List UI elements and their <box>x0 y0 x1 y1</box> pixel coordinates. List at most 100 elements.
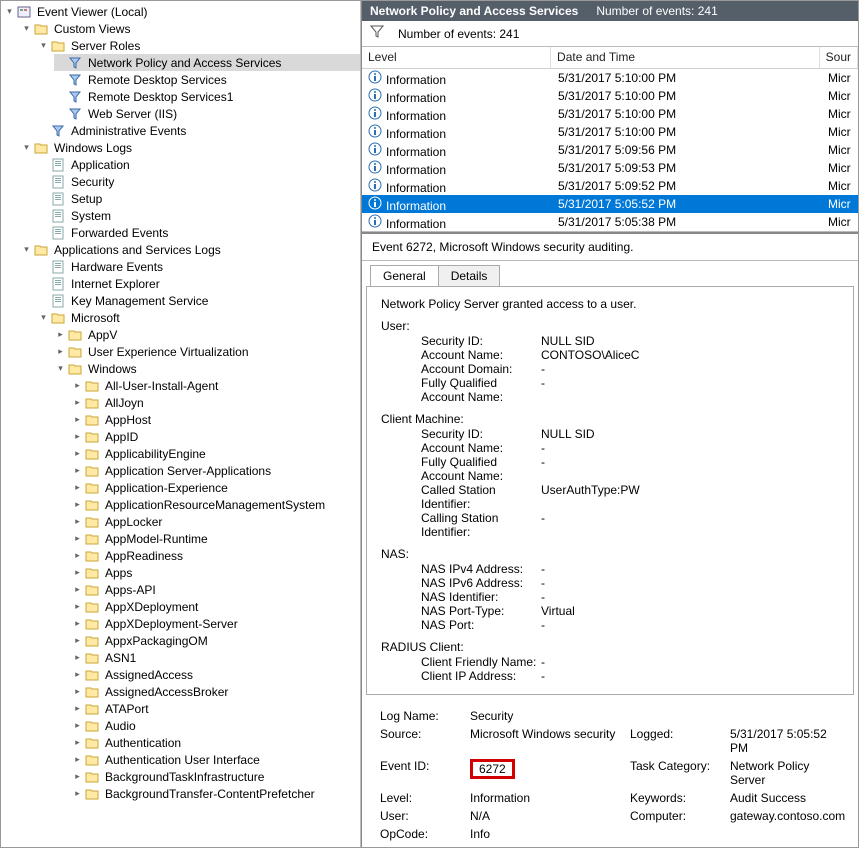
twisty-icon[interactable]: ▸ <box>71 533 84 544</box>
tree-item[interactable]: ▸ AppReadiness <box>71 547 360 564</box>
tree-item[interactable]: Setup <box>37 190 360 207</box>
twisty-icon[interactable]: ▸ <box>71 584 84 595</box>
tab-details[interactable]: Details <box>438 265 501 286</box>
twisty-icon[interactable]: ▸ <box>71 431 84 442</box>
grid-row[interactable]: Information 5/31/2017 5:10:00 PM Micr <box>362 69 858 87</box>
tree-item[interactable]: ▸ Application Server-Applications <box>71 462 360 479</box>
col-date[interactable]: Date and Time <box>551 47 820 68</box>
tree-windows[interactable]: ▾ Windows <box>54 360 360 377</box>
twisty-icon[interactable]: ▸ <box>71 652 84 663</box>
tree-item[interactable]: ▸ Apps <box>71 564 360 581</box>
grid-row[interactable]: Information 5/31/2017 5:05:52 PM Micr <box>362 195 858 213</box>
tree-item[interactable]: ▸ ATAPort <box>71 700 360 717</box>
tree-item[interactable]: Forwarded Events <box>37 224 360 241</box>
twisty-icon[interactable]: ▸ <box>71 482 84 493</box>
twisty-icon[interactable]: ▸ <box>71 669 84 680</box>
tree-admin-events[interactable]: Administrative Events <box>37 122 360 139</box>
twisty-icon[interactable]: ▸ <box>54 329 67 340</box>
tree-item[interactable]: ▸ AppXDeployment <box>71 598 360 615</box>
funnel-icon[interactable] <box>370 25 384 42</box>
grid-row[interactable]: Information 5/31/2017 5:10:00 PM Micr <box>362 87 858 105</box>
grid-row[interactable]: Information 5/31/2017 5:10:00 PM Micr <box>362 105 858 123</box>
tree-item[interactable]: ▸ ApplicationResourceManagementSystem <box>71 496 360 513</box>
tree-item[interactable]: ▸ AppV <box>54 326 360 343</box>
detail-body[interactable]: Network Policy Server granted access to … <box>366 286 854 695</box>
tree-server-roles[interactable]: ▾ Server Roles <box>37 37 360 54</box>
twisty-icon[interactable]: ▸ <box>71 754 84 765</box>
twisty-icon[interactable]: ▸ <box>71 720 84 731</box>
tree-item[interactable]: ▸ User Experience Virtualization <box>54 343 360 360</box>
tree-item[interactable]: ▸ Authentication User Interface <box>71 751 360 768</box>
tree-item[interactable]: ▸ AppHost <box>71 411 360 428</box>
tree-item[interactable]: Web Server (IIS) <box>54 105 360 122</box>
tree-item[interactable]: Remote Desktop Services <box>54 71 360 88</box>
tree-item[interactable]: ▸ AssignedAccessBroker <box>71 683 360 700</box>
twisty-icon[interactable]: ▸ <box>71 771 84 782</box>
tree-custom-views[interactable]: ▾ Custom Views <box>20 20 360 37</box>
twisty-icon[interactable]: ▸ <box>71 550 84 561</box>
twisty-icon[interactable]: ▸ <box>71 686 84 697</box>
tree-windows-logs[interactable]: ▾ Windows Logs <box>20 139 360 156</box>
twisty-icon[interactable]: ▾ <box>20 23 33 34</box>
tree-item[interactable]: Hardware Events <box>37 258 360 275</box>
tree-item[interactable]: ▸ ApplicabilityEngine <box>71 445 360 462</box>
tree-apps-services-logs[interactable]: ▾ Applications and Services Logs <box>20 241 360 258</box>
twisty-icon[interactable]: ▾ <box>3 6 16 17</box>
tree-item[interactable]: System <box>37 207 360 224</box>
tree-item[interactable]: ▸ All-User-Install-Agent <box>71 377 360 394</box>
tree-item[interactable]: ▸ BackgroundTransfer-ContentPrefetcher <box>71 785 360 802</box>
tree-item[interactable]: ▸ AppModel-Runtime <box>71 530 360 547</box>
grid-row[interactable]: Information 5/31/2017 5:09:56 PM Micr <box>362 141 858 159</box>
tree-item[interactable]: Key Management Service <box>37 292 360 309</box>
twisty-icon[interactable]: ▸ <box>71 618 84 629</box>
tree-item[interactable]: ▸ AllJoyn <box>71 394 360 411</box>
grid-row[interactable]: Information 5/31/2017 5:10:00 PM Micr <box>362 123 858 141</box>
tree-item[interactable]: ▸ Apps-API <box>71 581 360 598</box>
tree-pane[interactable]: ▾ Event Viewer (Local) ▾ Custom Views <box>1 1 361 847</box>
tab-general[interactable]: General <box>370 265 439 286</box>
twisty-icon[interactable]: ▸ <box>71 516 84 527</box>
twisty-icon[interactable]: ▸ <box>71 465 84 476</box>
tree-item[interactable]: ▸ AssignedAccess <box>71 666 360 683</box>
tree-item[interactable]: Network Policy and Access Services <box>54 54 360 71</box>
twisty-icon[interactable]: ▸ <box>71 567 84 578</box>
tree-item[interactable]: ▸ Authentication <box>71 734 360 751</box>
tree-item[interactable]: ▸ AppLocker <box>71 513 360 530</box>
tree-item[interactable]: ▸ AppID <box>71 428 360 445</box>
tree-root[interactable]: ▾ Event Viewer (Local) <box>3 3 360 20</box>
twisty-icon[interactable]: ▸ <box>71 635 84 646</box>
twisty-icon[interactable]: ▸ <box>71 448 84 459</box>
grid-row[interactable]: Information 5/31/2017 5:09:52 PM Micr <box>362 177 858 195</box>
grid-row[interactable]: Information 5/31/2017 5:05:38 PM Micr <box>362 213 858 231</box>
tree-item[interactable]: Internet Explorer <box>37 275 360 292</box>
tree-item[interactable]: Remote Desktop Services1 <box>54 88 360 105</box>
col-level[interactable]: Level <box>362 47 551 68</box>
twisty-icon[interactable]: ▸ <box>71 414 84 425</box>
twisty-icon[interactable]: ▾ <box>54 363 67 374</box>
tree-item[interactable]: ▸ Application-Experience <box>71 479 360 496</box>
twisty-icon[interactable]: ▾ <box>37 40 50 51</box>
twisty-icon[interactable]: ▸ <box>71 737 84 748</box>
tree-item[interactable]: ▸ AppXDeployment-Server <box>71 615 360 632</box>
event-grid[interactable]: Level Date and Time Sour Information 5/3… <box>362 47 858 232</box>
twisty-icon[interactable]: ▸ <box>54 346 67 357</box>
tree-item[interactable]: ▸ Audio <box>71 717 360 734</box>
grid-row[interactable]: Information 5/31/2017 5:09:53 PM Micr <box>362 159 858 177</box>
tree-item[interactable]: ▸ BackgroundTaskInfrastructure <box>71 768 360 785</box>
tree-item[interactable]: ▸ ASN1 <box>71 649 360 666</box>
tree-item[interactable]: Application <box>37 156 360 173</box>
twisty-icon[interactable]: ▸ <box>71 499 84 510</box>
grid-header[interactable]: Level Date and Time Sour <box>362 47 858 69</box>
twisty-icon[interactable]: ▾ <box>20 142 33 153</box>
tree-microsoft[interactable]: ▾ Microsoft <box>37 309 360 326</box>
twisty-icon[interactable]: ▸ <box>71 397 84 408</box>
twisty-icon[interactable]: ▾ <box>37 312 50 323</box>
twisty-icon[interactable]: ▾ <box>20 244 33 255</box>
col-source[interactable]: Sour <box>820 47 858 68</box>
tree-item[interactable]: ▸ AppxPackagingOM <box>71 632 360 649</box>
twisty-icon[interactable]: ▸ <box>71 703 84 714</box>
twisty-icon[interactable]: ▸ <box>71 601 84 612</box>
twisty-icon[interactable]: ▸ <box>71 380 84 391</box>
twisty-icon[interactable]: ▸ <box>71 788 84 799</box>
tree-item[interactable]: Security <box>37 173 360 190</box>
